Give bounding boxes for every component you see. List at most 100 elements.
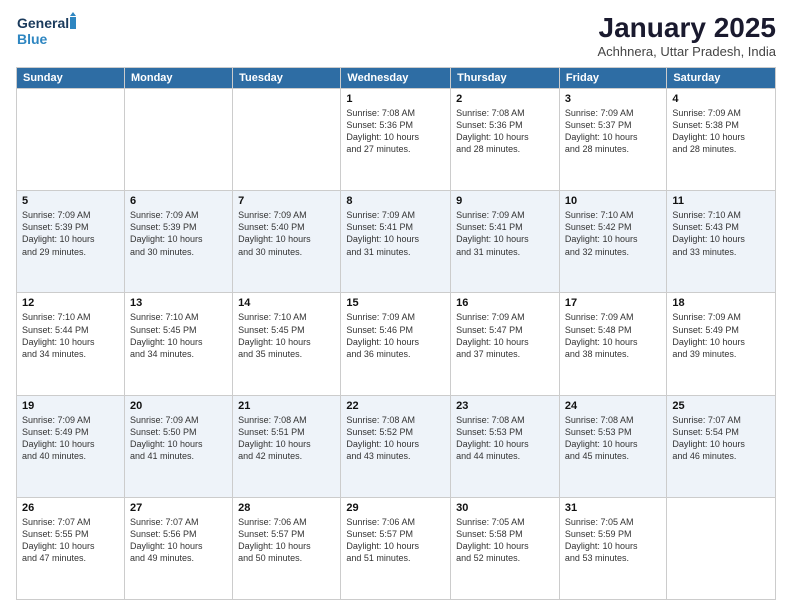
day-info: Sunrise: 7:09 AMSunset: 5:49 PMDaylight:…: [672, 311, 770, 360]
day-info: Sunrise: 7:09 AMSunset: 5:41 PMDaylight:…: [346, 209, 445, 258]
day-number: 29: [346, 502, 445, 514]
day-number: 23: [456, 400, 554, 412]
day-info: Sunrise: 7:07 AMSunset: 5:55 PMDaylight:…: [22, 516, 119, 565]
day-number: 9: [456, 195, 554, 207]
weekday-header-thursday: Thursday: [451, 68, 560, 89]
calendar-cell: [17, 89, 125, 191]
day-info: Sunrise: 7:10 AMSunset: 5:45 PMDaylight:…: [130, 311, 227, 360]
calendar-cell: 7Sunrise: 7:09 AMSunset: 5:40 PMDaylight…: [233, 191, 341, 293]
day-number: 5: [22, 195, 119, 207]
calendar-cell: 28 Sunrise: 7:06 AMSunset: 5:57 PMDayligh…: [233, 497, 341, 599]
svg-text:General: General: [17, 15, 69, 31]
calendar-cell: [124, 89, 232, 191]
calendar-cell: 20 Sunrise: 7:09 AMSunset: 5:50 PMDayligh…: [124, 395, 232, 497]
day-number: 26: [22, 502, 119, 514]
calendar-cell: 24Sunrise: 7:08 AMSunset: 5:53 PMDayligh…: [559, 395, 666, 497]
week-row-3: 12 Sunrise: 7:10 AMSunset: 5:44 PMDayligh…: [17, 293, 776, 395]
page: General Blue January 2025 Achhnera, Utta…: [0, 0, 792, 612]
day-info: Sunrise: 7:06 AMSunset: 5:57 PMDaylight:…: [238, 516, 335, 565]
day-number: 6: [130, 195, 227, 207]
day-number: 30: [456, 502, 554, 514]
day-info: Sunrise: 7:09 AMSunset: 5:41 PMDaylight:…: [456, 209, 554, 258]
calendar-cell: 4Sunrise: 7:09 AMSunset: 5:38 PMDaylight…: [667, 89, 776, 191]
calendar-cell: [667, 497, 776, 599]
day-number: 20: [130, 400, 227, 412]
calendar-cell: 9 Sunrise: 7:09 AMSunset: 5:41 PMDaylight…: [451, 191, 560, 293]
day-number: 7: [238, 195, 335, 207]
day-number: 17: [565, 297, 661, 309]
calendar-cell: 15Sunrise: 7:09 AMSunset: 5:46 PMDayligh…: [341, 293, 451, 395]
calendar-cell: 21 Sunrise: 7:08 AMSunset: 5:51 PMDayligh…: [233, 395, 341, 497]
calendar-header-row: SundayMondayTuesdayWednesdayThursdayFrid…: [17, 68, 776, 89]
day-info: Sunrise: 7:08 AMSunset: 5:36 PMDaylight:…: [346, 107, 445, 156]
calendar-cell: 31 Sunrise: 7:05 AMSunset: 5:59 PMDayligh…: [559, 497, 666, 599]
day-number: 3: [565, 93, 661, 105]
day-info: Sunrise: 7:08 AMSunset: 5:52 PMDaylight:…: [346, 414, 445, 463]
day-info: Sunrise: 7:09 AMSunset: 5:39 PMDaylight:…: [22, 209, 119, 258]
week-row-1: 1Sunrise: 7:08 AMSunset: 5:36 PMDaylight…: [17, 89, 776, 191]
calendar-cell: 23 Sunrise: 7:08 AMSunset: 5:53 PMDayligh…: [451, 395, 560, 497]
subtitle: Achhnera, Uttar Pradesh, India: [598, 44, 777, 59]
day-info: Sunrise: 7:05 AMSunset: 5:58 PMDaylight:…: [456, 516, 554, 565]
day-number: 21: [238, 400, 335, 412]
weekday-header-tuesday: Tuesday: [233, 68, 341, 89]
logo: General Blue: [16, 12, 76, 54]
calendar-cell: 8 Sunrise: 7:09 AMSunset: 5:41 PMDaylight…: [341, 191, 451, 293]
day-info: Sunrise: 7:05 AMSunset: 5:59 PMDaylight:…: [565, 516, 661, 565]
calendar-cell: 1Sunrise: 7:08 AMSunset: 5:36 PMDaylight…: [341, 89, 451, 191]
calendar-cell: 10Sunrise: 7:10 AMSunset: 5:42 PMDayligh…: [559, 191, 666, 293]
day-info: Sunrise: 7:06 AMSunset: 5:57 PMDaylight:…: [346, 516, 445, 565]
calendar-cell: 30 Sunrise: 7:05 AMSunset: 5:58 PMDayligh…: [451, 497, 560, 599]
day-number: 8: [346, 195, 445, 207]
day-number: 25: [672, 400, 770, 412]
day-info: Sunrise: 7:09 AMSunset: 5:46 PMDaylight:…: [346, 311, 445, 360]
day-number: 31: [565, 502, 661, 514]
day-info: Sunrise: 7:10 AMSunset: 5:44 PMDaylight:…: [22, 311, 119, 360]
svg-text:Blue: Blue: [17, 31, 48, 47]
calendar-cell: 2Sunrise: 7:08 AMSunset: 5:36 PMDaylight…: [451, 89, 560, 191]
day-number: 12: [22, 297, 119, 309]
calendar-cell: 19 Sunrise: 7:09 AMSunset: 5:49 PMDayligh…: [17, 395, 125, 497]
calendar-cell: 22 Sunrise: 7:08 AMSunset: 5:52 PMDayligh…: [341, 395, 451, 497]
week-row-4: 19 Sunrise: 7:09 AMSunset: 5:49 PMDayligh…: [17, 395, 776, 497]
day-info: Sunrise: 7:09 AMSunset: 5:50 PMDaylight:…: [130, 414, 227, 463]
day-number: 2: [456, 93, 554, 105]
calendar-cell: 11Sunrise: 7:10 AMSunset: 5:43 PMDayligh…: [667, 191, 776, 293]
calendar-cell: 26 Sunrise: 7:07 AMSunset: 5:55 PMDayligh…: [17, 497, 125, 599]
day-info: Sunrise: 7:09 AMSunset: 5:49 PMDaylight:…: [22, 414, 119, 463]
day-info: Sunrise: 7:08 AMSunset: 5:53 PMDaylight:…: [565, 414, 661, 463]
day-info: Sunrise: 7:10 AMSunset: 5:43 PMDaylight:…: [672, 209, 770, 258]
calendar-table: SundayMondayTuesdayWednesdayThursdayFrid…: [16, 67, 776, 600]
day-number: 28: [238, 502, 335, 514]
calendar-cell: 6 Sunrise: 7:09 AMSunset: 5:39 PMDaylight…: [124, 191, 232, 293]
calendar-cell: 14 Sunrise: 7:10 AMSunset: 5:45 PMDayligh…: [233, 293, 341, 395]
day-number: 18: [672, 297, 770, 309]
day-info: Sunrise: 7:08 AMSunset: 5:51 PMDaylight:…: [238, 414, 335, 463]
day-number: 10: [565, 195, 661, 207]
day-info: Sunrise: 7:08 AMSunset: 5:53 PMDaylight:…: [456, 414, 554, 463]
logo-svg: General Blue: [16, 12, 76, 54]
day-info: Sunrise: 7:09 AMSunset: 5:38 PMDaylight:…: [672, 107, 770, 156]
calendar-body: 1Sunrise: 7:08 AMSunset: 5:36 PMDaylight…: [17, 89, 776, 600]
main-title: January 2025: [598, 12, 777, 44]
calendar-cell: 17Sunrise: 7:09 AMSunset: 5:48 PMDayligh…: [559, 293, 666, 395]
day-number: 16: [456, 297, 554, 309]
weekday-header-sunday: Sunday: [17, 68, 125, 89]
weekday-header-wednesday: Wednesday: [341, 68, 451, 89]
calendar-cell: 25 Sunrise: 7:07 AMSunset: 5:54 PMDayligh…: [667, 395, 776, 497]
calendar-cell: [233, 89, 341, 191]
weekday-header-monday: Monday: [124, 68, 232, 89]
calendar-cell: 5 Sunrise: 7:09 AMSunset: 5:39 PMDaylight…: [17, 191, 125, 293]
day-info: Sunrise: 7:07 AMSunset: 5:54 PMDaylight:…: [672, 414, 770, 463]
day-number: 22: [346, 400, 445, 412]
day-number: 14: [238, 297, 335, 309]
calendar-cell: 27Sunrise: 7:07 AMSunset: 5:56 PMDayligh…: [124, 497, 232, 599]
calendar-cell: 12 Sunrise: 7:10 AMSunset: 5:44 PMDayligh…: [17, 293, 125, 395]
day-info: Sunrise: 7:09 AMSunset: 5:39 PMDaylight:…: [130, 209, 227, 258]
calendar-cell: 3Sunrise: 7:09 AMSunset: 5:37 PMDaylight…: [559, 89, 666, 191]
header: General Blue January 2025 Achhnera, Utta…: [16, 12, 776, 59]
day-info: Sunrise: 7:10 AMSunset: 5:45 PMDaylight:…: [238, 311, 335, 360]
calendar-cell: 13Sunrise: 7:10 AMSunset: 5:45 PMDayligh…: [124, 293, 232, 395]
day-number: 19: [22, 400, 119, 412]
day-number: 27: [130, 502, 227, 514]
